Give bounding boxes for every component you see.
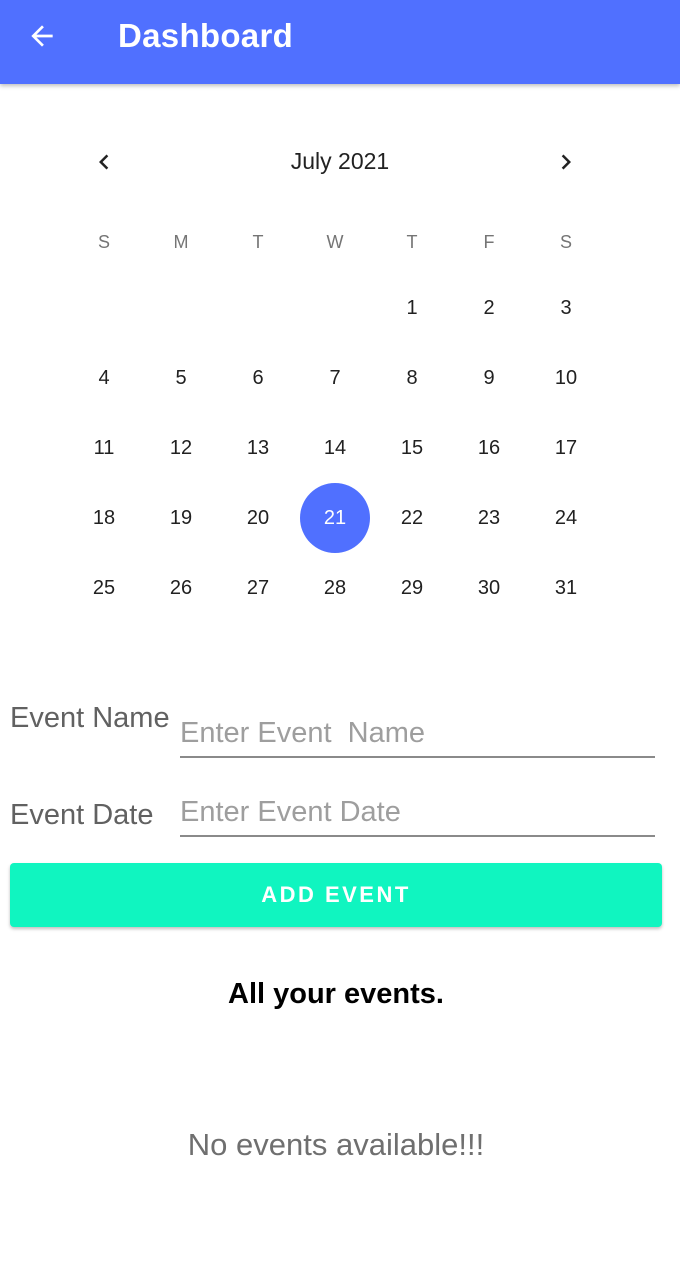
calendar-day-selected[interactable]: 21 xyxy=(300,483,370,553)
calendar-day[interactable]: 19 xyxy=(146,483,216,553)
calendar-day[interactable]: 17 xyxy=(531,413,601,483)
calendar-day[interactable]: 12 xyxy=(146,413,216,483)
calendar-day[interactable]: 11 xyxy=(69,413,139,483)
calendar-day[interactable]: 5 xyxy=(146,343,216,413)
calendar-day[interactable]: 26 xyxy=(146,553,216,623)
calendar-day[interactable]: 16 xyxy=(454,413,524,483)
calendar-day[interactable]: 4 xyxy=(69,343,139,413)
event-date-label: Event Date xyxy=(10,799,154,831)
calendar-day[interactable]: 22 xyxy=(377,483,447,553)
event-name-input[interactable] xyxy=(180,714,655,758)
calendar-day[interactable]: 9 xyxy=(454,343,524,413)
calendar-day[interactable]: 25 xyxy=(69,553,139,623)
calendar-days-grid: 1 2 3 4 5 6 7 8 9 10 11 12 13 14 15 16 17 18 19 20 21 22 23 24 2… xyxy=(0,0,680,640)
calendar-day[interactable]: 10 xyxy=(531,343,601,413)
calendar-day[interactable]: 1 xyxy=(377,273,447,343)
calendar-day[interactable]: 28 xyxy=(300,553,370,623)
calendar-day[interactable]: 23 xyxy=(454,483,524,553)
calendar-day[interactable]: 20 xyxy=(223,483,293,553)
events-section-title: All your events. xyxy=(228,978,444,1010)
calendar-day[interactable]: 14 xyxy=(300,413,370,483)
calendar-day[interactable]: 7 xyxy=(300,343,370,413)
calendar-day[interactable]: 31 xyxy=(531,553,601,623)
calendar-day[interactable]: 18 xyxy=(69,483,139,553)
calendar-day[interactable]: 2 xyxy=(454,273,524,343)
calendar-day[interactable]: 13 xyxy=(223,413,293,483)
event-name-label: Event Name xyxy=(10,702,170,734)
add-event-button[interactable]: ADD EVENT xyxy=(10,863,662,927)
calendar-day[interactable]: 8 xyxy=(377,343,447,413)
calendar-day[interactable]: 29 xyxy=(377,553,447,623)
calendar-day[interactable]: 24 xyxy=(531,483,601,553)
calendar-day[interactable]: 6 xyxy=(223,343,293,413)
calendar-day[interactable]: 15 xyxy=(377,413,447,483)
calendar-day[interactable]: 30 xyxy=(454,553,524,623)
empty-events-message: No events available!!! xyxy=(187,1127,485,1162)
calendar-day[interactable]: 27 xyxy=(223,553,293,623)
event-date-input[interactable] xyxy=(180,793,655,837)
calendar-day[interactable]: 3 xyxy=(531,273,601,343)
